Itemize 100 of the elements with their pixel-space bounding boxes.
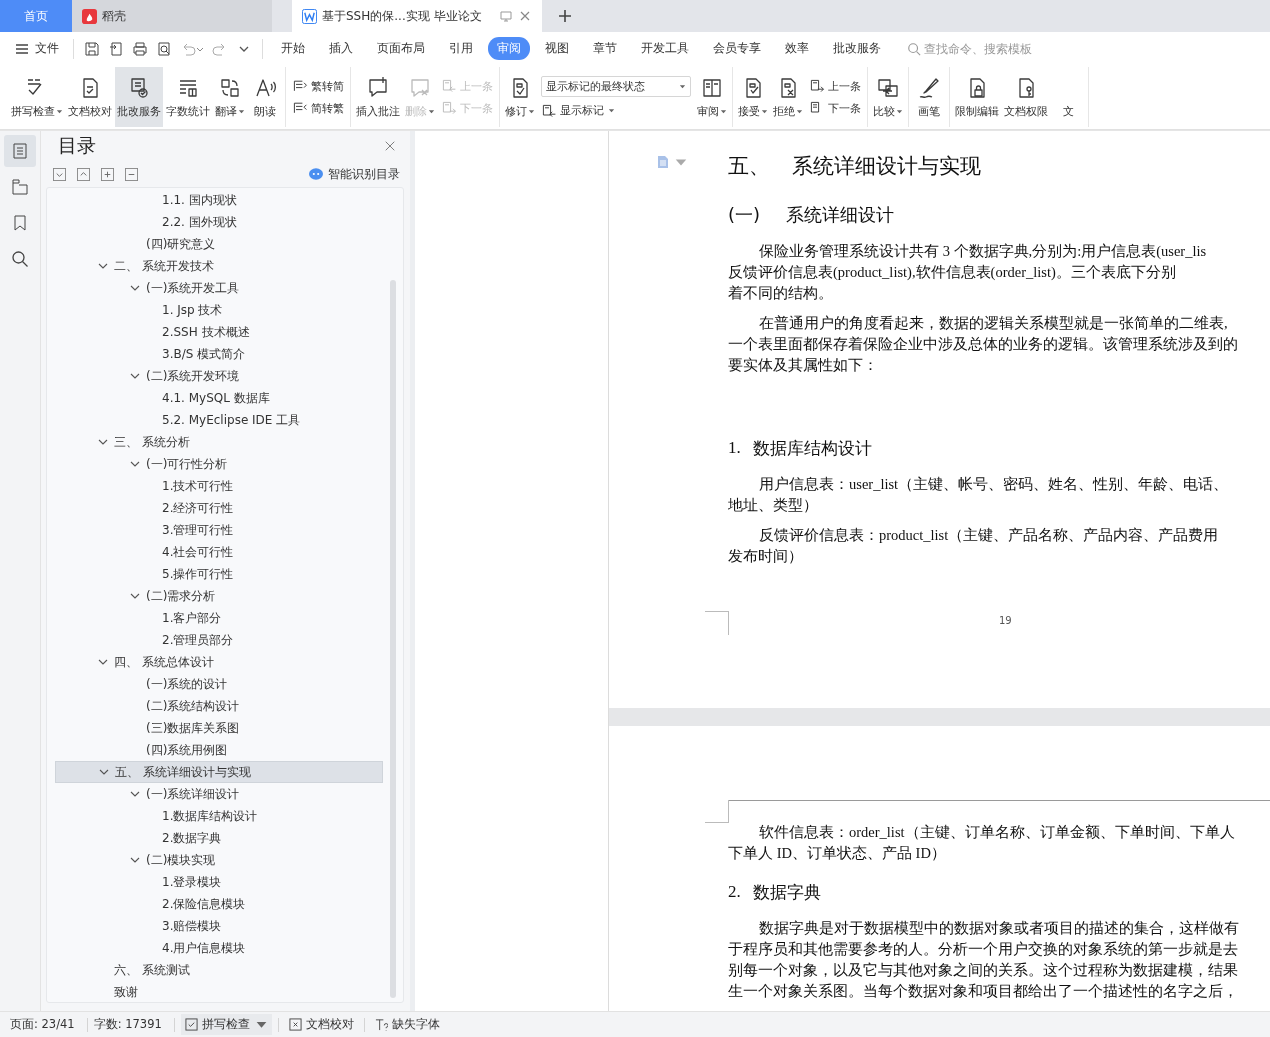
print-icon[interactable] — [132, 40, 148, 57]
ribbon-tab[interactable]: 开发工具 — [632, 37, 698, 60]
outline-item[interactable]: 4.用户信息模块 — [55, 937, 383, 959]
ribbon-tab[interactable]: 会员专享 — [704, 37, 770, 60]
docer-tab[interactable]: 稻壳 — [72, 0, 272, 32]
outline-item[interactable]: 1.1. 国内现状 — [55, 189, 383, 211]
outline-item[interactable]: (二)系统结构设计 — [55, 695, 383, 717]
ribbon-button[interactable]: 上一条 — [809, 78, 861, 94]
smart-toc-button[interactable]: 智能识别目录 — [308, 165, 400, 183]
ribbon-button[interactable]: 翻译 — [213, 67, 247, 127]
ribbon-button[interactable]: 画笔 — [912, 67, 946, 127]
chevron-icon[interactable] — [130, 283, 140, 293]
chevron-icon[interactable] — [130, 459, 140, 469]
new-tab-plus-icon[interactable] — [558, 9, 572, 23]
ribbon-button[interactable]: 朗读 — [248, 67, 282, 127]
outline-item[interactable]: 2.数据字典 — [55, 827, 383, 849]
expand-plus-icon[interactable] — [101, 167, 114, 181]
ribbon-tab[interactable]: 视图 — [536, 37, 578, 60]
chevron-icon[interactable] — [98, 261, 108, 271]
outline-item[interactable]: 四、 系统总体设计 — [55, 651, 383, 673]
ribbon-button[interactable]: 限制编辑 — [953, 67, 1001, 127]
outline-item[interactable]: 4.1. MySQL 数据库 — [55, 387, 383, 409]
close-icon[interactable] — [518, 9, 532, 23]
chevron-icon[interactable] — [130, 371, 140, 381]
ribbon-button[interactable]: 拼写检查 — [9, 67, 65, 127]
print-preview-icon[interactable] — [156, 40, 172, 57]
outline-item[interactable]: 1.登录模块 — [55, 871, 383, 893]
markup-view-dropdown[interactable]: 显示标记的最终状态 — [541, 75, 691, 97]
outline-item[interactable]: 1. Jsp 技术 — [55, 299, 383, 321]
outline-item[interactable]: 5.2. MyEclipse IDE 工具 — [55, 409, 383, 431]
outline-item[interactable]: 致谢 — [55, 981, 383, 1002]
outline-item[interactable]: (二)需求分析 — [55, 585, 383, 607]
outline-item[interactable]: (一)可行性分析 — [55, 453, 383, 475]
ribbon-button[interactable]: 字数统计 — [164, 67, 212, 127]
outline-item[interactable]: 4.社会可行性 — [55, 541, 383, 563]
ribbon-button[interactable]: 接受 — [736, 67, 770, 127]
outline-item[interactable]: 3.赔偿模块 — [55, 915, 383, 937]
file-menu-button[interactable]: 文件 — [14, 40, 59, 57]
ribbon-button[interactable]: 简转繁 — [292, 100, 344, 116]
ribbon-tab[interactable]: 引用 — [440, 37, 482, 60]
outline-item[interactable]: 3.管理可行性 — [55, 519, 383, 541]
outline-item[interactable]: 2.管理员部分 — [55, 629, 383, 651]
outline-item[interactable]: (四)研究意义 — [55, 233, 383, 255]
document-tab[interactable]: 基于SSH的保...实现 毕业论文 — [292, 0, 542, 32]
outline-item[interactable]: 三、 系统分析 — [55, 431, 383, 453]
outline-item[interactable]: (二)系统开发环境 — [55, 365, 383, 387]
chevron-icon[interactable] — [99, 767, 109, 777]
outline-item[interactable]: 2.2. 国外现状 — [55, 211, 383, 233]
chevron-icon[interactable] — [98, 437, 108, 447]
command-search-field[interactable]: 查找命令、搜索模板 — [907, 41, 1064, 56]
ribbon-button[interactable]: 文档权限 — [1002, 67, 1050, 127]
ribbon-button[interactable]: 审阅 — [695, 67, 729, 127]
ribbon-button[interactable]: 文 — [1051, 67, 1085, 127]
ribbon-button[interactable]: 拒绝 — [771, 67, 805, 127]
collapse-up-icon[interactable] — [77, 167, 90, 181]
ribbon-button[interactable]: 插入批注 — [354, 67, 402, 127]
outline-item[interactable]: (一)系统的设计 — [55, 673, 383, 695]
outline-item[interactable]: 1.客户部分 — [55, 607, 383, 629]
outline-item[interactable]: (二)模块实现 — [55, 849, 383, 871]
outline-item[interactable]: (四)系统用例图 — [55, 739, 383, 761]
chevron-icon[interactable] — [130, 591, 140, 601]
ribbon-tab[interactable]: 页面布局 — [368, 37, 434, 60]
ribbon-button[interactable]: 文档校对 — [66, 67, 114, 127]
outline-item[interactable]: (一)系统详细设计 — [55, 783, 383, 805]
chevron-icon[interactable] — [98, 657, 108, 667]
outline-item[interactable]: 5.操作可行性 — [55, 563, 383, 585]
spell-check-button[interactable]: 拼写检查 — [180, 1014, 272, 1035]
outline-item[interactable]: 1.技术可行性 — [55, 475, 383, 497]
outline-item[interactable]: 3.B/S 模式简介 — [55, 343, 383, 365]
outline-item[interactable]: (一)系统开发工具 — [55, 277, 383, 299]
ribbon-button[interactable]: 比较 — [871, 67, 905, 127]
missing-fonts-button[interactable]: 缺失字体 — [370, 1014, 444, 1035]
outline-item[interactable]: 2.保险信息模块 — [55, 893, 383, 915]
export-icon[interactable] — [108, 40, 124, 57]
outline-item[interactable]: 1.数据库结构设计 — [55, 805, 383, 827]
ribbon-tab[interactable]: 插入 — [320, 37, 362, 60]
ribbon-button[interactable]: 显示标记 — [541, 102, 691, 119]
outline-item[interactable]: 二、 系统开发技术 — [55, 255, 383, 277]
chevron-icon[interactable] — [130, 789, 140, 799]
collapse-minus-icon[interactable] — [125, 167, 138, 181]
ribbon-button[interactable]: 修订 — [503, 67, 537, 127]
outline-item[interactable]: 六、 系统测试 — [55, 959, 383, 981]
ribbon-tab[interactable]: 批改服务 — [824, 37, 890, 60]
chevron-icon[interactable] — [130, 855, 140, 865]
ribbon-button[interactable]: 下一条 — [809, 100, 861, 116]
outline-item[interactable]: 2.SSH 技术概述 — [55, 321, 383, 343]
close-icon[interactable] — [384, 140, 396, 152]
page-count[interactable]: 页面: 23/41 — [10, 1017, 81, 1032]
ribbon-button[interactable]: 繁转简 — [292, 78, 344, 94]
save-icon[interactable] — [84, 40, 100, 57]
ribbon-tab[interactable]: 开始 — [272, 37, 314, 60]
outline-item[interactable]: (三)数据库关系图 — [55, 717, 383, 739]
ribbon-button[interactable]: 批改服务 — [115, 67, 163, 127]
scrollbar-thumb[interactable] — [390, 280, 396, 998]
ribbon-tab[interactable]: 章节 — [584, 37, 626, 60]
outline-item[interactable]: 五、 系统详细设计与实现 — [55, 761, 383, 783]
ribbon-tab[interactable]: 效率 — [776, 37, 818, 60]
proofread-button[interactable]: 文档校对 — [284, 1014, 358, 1035]
word-count[interactable]: 字数: 17391 — [93, 1017, 168, 1032]
collapse-down-icon[interactable] — [53, 167, 66, 181]
